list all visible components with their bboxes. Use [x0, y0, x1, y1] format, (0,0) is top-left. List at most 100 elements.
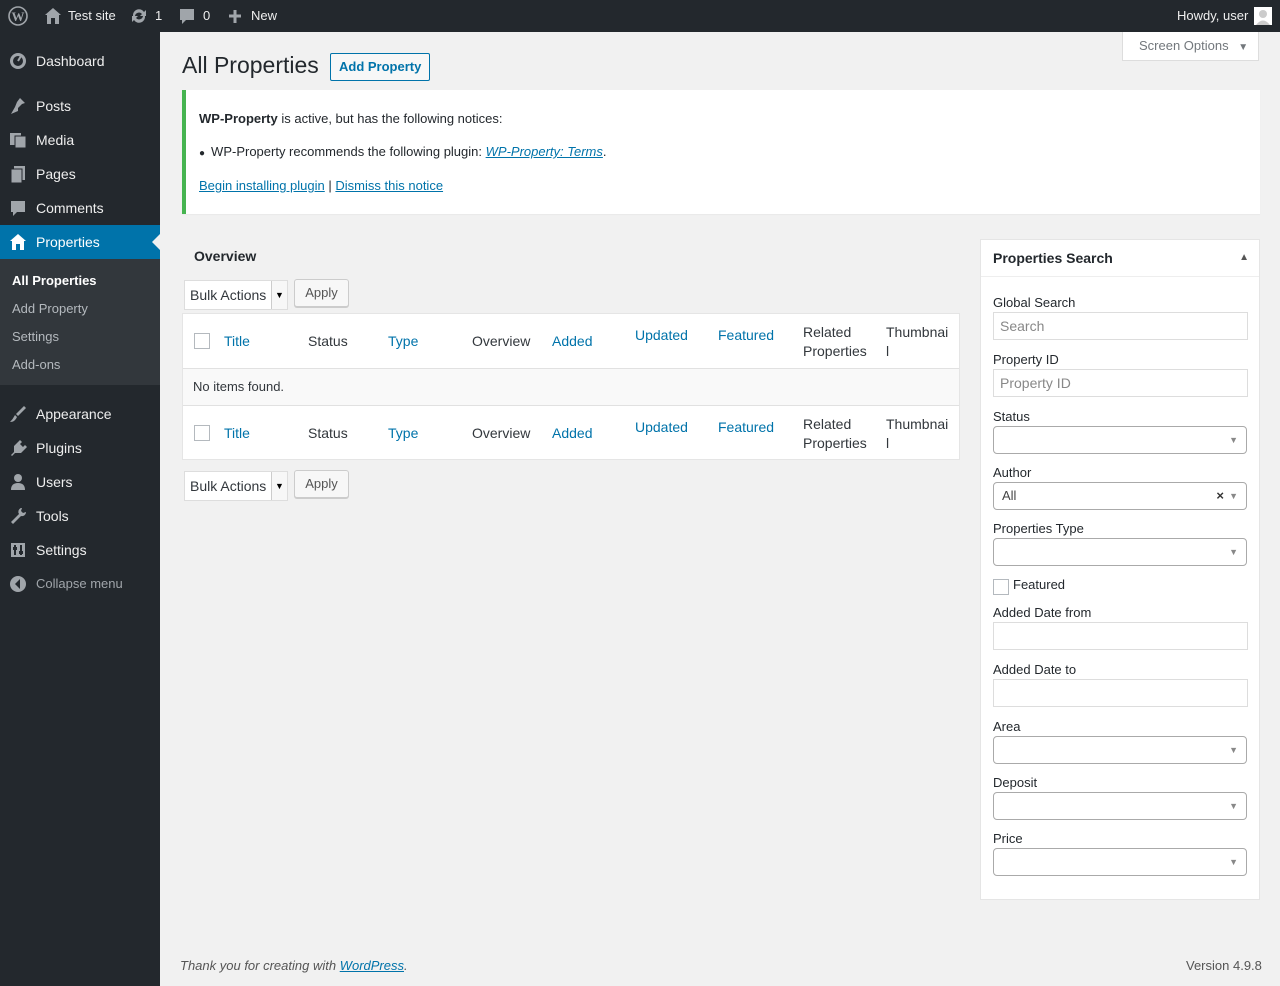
column-featured-footer[interactable]: Featured: [718, 418, 774, 437]
screen-options-button[interactable]: Screen Options ▼: [1122, 32, 1259, 61]
column-status-footer: Status: [308, 425, 348, 441]
home-site-icon[interactable]: [44, 0, 62, 32]
sidebar-item-plugins[interactable]: Plugins: [0, 431, 160, 465]
new-content-link[interactable]: New: [251, 0, 277, 32]
table-footer-row: Title Status Type Overview Added Updated…: [183, 405, 959, 460]
author-selected-value: All: [1002, 488, 1017, 503]
notice-bullet-text: WP-Property recommends the following plu…: [211, 144, 482, 159]
plus-icon[interactable]: [228, 0, 242, 32]
added-date-to-label: Added Date to: [993, 662, 1077, 677]
properties-submenu: All Properties Add Property Settings Add…: [0, 259, 160, 385]
area-select[interactable]: ▼: [993, 736, 1247, 764]
search-box-header[interactable]: Properties Search ▲: [981, 240, 1259, 277]
begin-installing-link[interactable]: Begin installing plugin: [199, 178, 325, 193]
column-updated-footer[interactable]: Updated: [635, 418, 688, 437]
avatar[interactable]: [1254, 0, 1272, 32]
notice-plugin-name: WP-Property: [199, 111, 278, 126]
submenu-all-properties[interactable]: All Properties: [12, 271, 97, 291]
sidebar-collapse-menu[interactable]: Collapse menu: [0, 567, 160, 601]
bulk-actions-select-bottom[interactable]: Bulk Actions ▼: [184, 471, 288, 501]
collapse-toggle-icon[interactable]: ▲: [1239, 252, 1249, 263]
sidebar-item-media[interactable]: Media: [0, 123, 160, 157]
dismiss-notice-link[interactable]: Dismiss this notice: [335, 178, 443, 193]
submenu-add-ons[interactable]: Add-ons: [12, 355, 60, 375]
select-all-checkbox-bottom[interactable]: [194, 425, 210, 441]
column-title[interactable]: Title: [224, 332, 250, 351]
sidebar-item-tools[interactable]: Tools: [0, 499, 160, 533]
bulk-actions-select-top[interactable]: Bulk Actions ▼: [184, 280, 288, 310]
property-id-input[interactable]: Property ID: [993, 369, 1248, 397]
wp-property-terms-link[interactable]: WP-Property: Terms: [486, 144, 603, 159]
notice-line-text: is active, but has the following notices…: [281, 111, 503, 126]
admin-sidebar: Dashboard Posts Media Pages Comments Pro…: [0, 32, 160, 986]
site-name-link[interactable]: Test site: [68, 0, 116, 32]
column-updated[interactable]: Updated: [635, 326, 688, 345]
comments-count[interactable]: 0: [203, 0, 210, 32]
status-select[interactable]: ▼: [993, 426, 1247, 454]
column-thumbnail-footer-line2: l: [886, 435, 890, 451]
bulk-actions-label-bottom: Bulk Actions: [190, 478, 267, 494]
footer-thanks: Thank you for creating with WordPress.: [180, 958, 408, 973]
add-property-button[interactable]: Add Property: [330, 53, 431, 81]
dropdown-arrow-icon: ▼: [271, 472, 287, 500]
notice-links: Begin installing plugin | Dismiss this n…: [199, 178, 443, 193]
sidebar-item-properties[interactable]: Properties: [0, 225, 160, 259]
wordpress-logo-icon[interactable]: W: [8, 0, 28, 32]
howdy-user-link[interactable]: Howdy, user: [1177, 0, 1248, 32]
added-date-to-input[interactable]: [993, 679, 1248, 707]
comments-icon[interactable]: [178, 0, 196, 32]
dropdown-arrow-icon: ▼: [1229, 547, 1238, 557]
no-items-row: No items found.: [183, 369, 959, 405]
svg-text:W: W: [12, 9, 25, 24]
column-thumbnail-line1: Thumbnai: [886, 324, 949, 340]
apply-button-top[interactable]: Apply: [294, 279, 349, 307]
deposit-label: Deposit: [993, 775, 1038, 790]
added-date-from-input[interactable]: [993, 622, 1248, 650]
column-thumbnail-line2: l: [886, 343, 890, 359]
sidebar-item-posts[interactable]: Posts: [0, 89, 160, 123]
column-title-footer[interactable]: Title: [224, 424, 250, 443]
column-added-footer[interactable]: Added: [552, 424, 592, 443]
dashboard-icon: [8, 44, 28, 91]
author-select[interactable]: All × ▼: [993, 482, 1247, 510]
property-id-label: Property ID: [993, 352, 1059, 367]
sidebar-item-users[interactable]: Users: [0, 465, 160, 499]
admin-bar: W Test site 1 0 New Howdy, user: [0, 0, 1280, 32]
apply-button-bottom[interactable]: Apply: [294, 470, 349, 498]
featured-label: Featured: [1013, 577, 1066, 592]
table-header-row: Title Status Type Overview Added Updated…: [183, 314, 959, 369]
select-all-checkbox-top[interactable]: [194, 333, 210, 349]
sidebar-item-comments[interactable]: Comments: [0, 191, 160, 225]
area-label: Area: [993, 719, 1021, 734]
plugin-notice: WP-Property is active, but has the follo…: [182, 90, 1260, 214]
notice-bullet: ● WP-Property recommends the following pl…: [199, 144, 607, 159]
column-featured[interactable]: Featured: [718, 326, 774, 345]
notice-bullet-end: .: [602, 144, 607, 159]
submenu-add-property[interactable]: Add Property: [12, 299, 88, 319]
price-select[interactable]: ▼: [993, 848, 1247, 876]
properties-search-box: Properties Search ▲ Global Search Search…: [980, 239, 1260, 900]
bulk-actions-label: Bulk Actions: [190, 287, 267, 303]
deposit-select[interactable]: ▼: [993, 792, 1247, 820]
wordpress-link[interactable]: WordPress: [340, 958, 404, 973]
screen-options-label: Screen Options: [1139, 38, 1229, 53]
column-type-footer[interactable]: Type: [388, 424, 418, 443]
footer-period: .: [404, 958, 408, 973]
featured-checkbox[interactable]: [993, 579, 1009, 595]
sidebar-item-dashboard[interactable]: Dashboard: [0, 44, 160, 78]
sidebar-item-settings[interactable]: Settings: [0, 533, 160, 567]
global-search-input[interactable]: Search: [993, 312, 1248, 340]
updates-icon[interactable]: [130, 0, 148, 32]
column-related-footer-line1: Related: [803, 416, 852, 432]
sidebar-item-appearance[interactable]: Appearance: [0, 397, 160, 431]
column-thumbnail-footer-line1: Thumbnai: [886, 416, 949, 432]
updates-count[interactable]: 1: [155, 0, 162, 32]
clear-selection-icon[interactable]: ×: [1216, 483, 1224, 509]
properties-type-select[interactable]: ▼: [993, 538, 1247, 566]
column-added[interactable]: Added: [552, 332, 592, 351]
column-type[interactable]: Type: [388, 332, 418, 351]
dropdown-arrow-icon: ▼: [1229, 491, 1238, 501]
sidebar-item-pages[interactable]: Pages: [0, 157, 160, 191]
submenu-settings[interactable]: Settings: [12, 327, 59, 347]
current-menu-arrow-icon: [152, 234, 160, 250]
